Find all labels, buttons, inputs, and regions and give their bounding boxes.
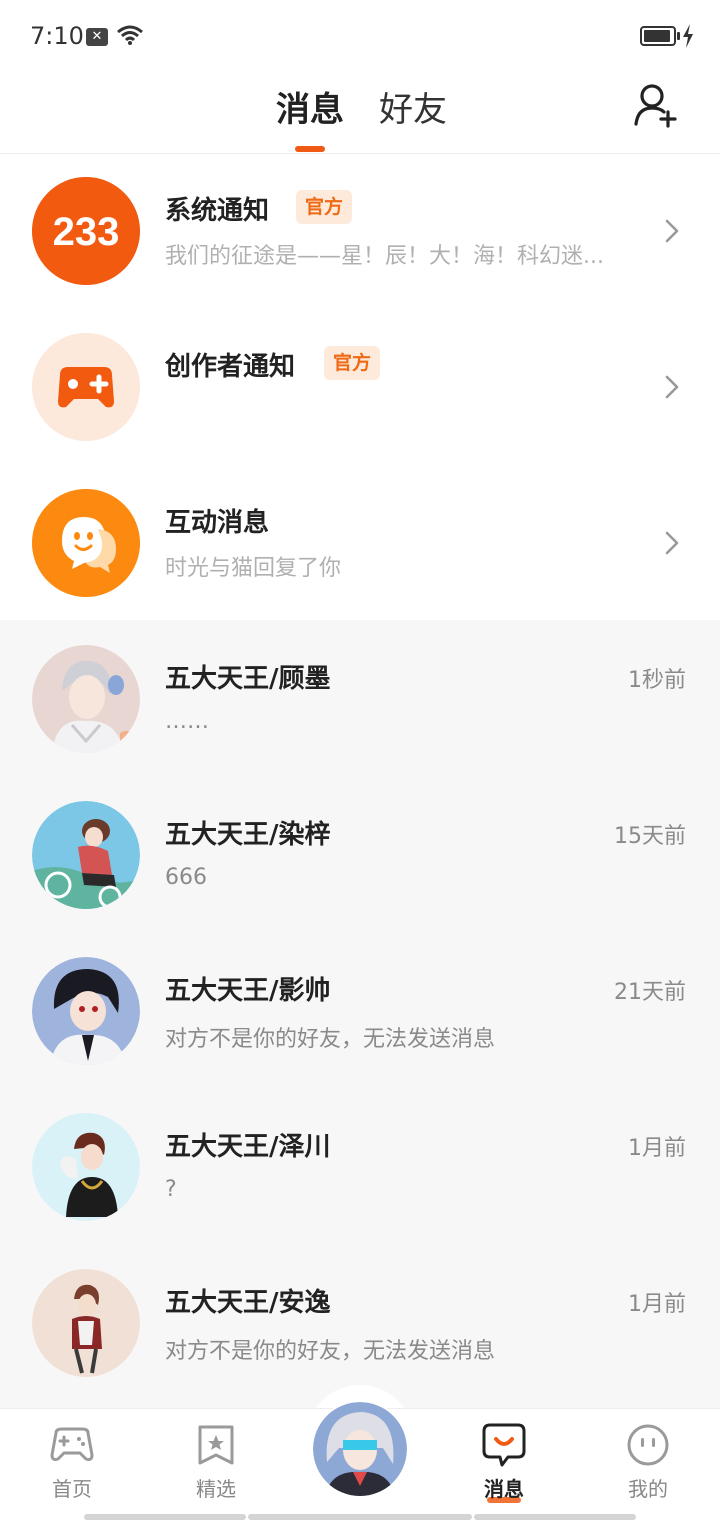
add-friend-icon[interactable]	[630, 80, 680, 130]
message-preview: ……	[165, 709, 209, 734]
nav-profile-label: 我的	[628, 1477, 668, 1501]
nav-featured-label: 精选	[196, 1477, 236, 1501]
message-preview: 对方不是你的好友，无法发送消息	[165, 1339, 496, 1364]
contact-name: 五大天王/顾墨	[165, 664, 331, 694]
contact-name: 五大天王/影帅	[165, 976, 331, 1006]
message-bubble-icon	[482, 1423, 526, 1467]
message-time: 15天前	[614, 824, 686, 849]
star-bookmark-icon	[198, 1425, 234, 1465]
gamepad-plus-icon	[32, 333, 140, 441]
conversation-row[interactable]: 五大天王/泽川 1月前 ?	[0, 1088, 720, 1244]
charging-icon	[683, 24, 693, 48]
wifi-icon	[117, 25, 143, 45]
tab-messages[interactable]: 消息	[276, 82, 344, 131]
header: 消息 好友	[0, 72, 720, 154]
smiley-face-icon	[627, 1424, 669, 1466]
chevron-right-icon	[665, 531, 679, 555]
gamepad-icon	[50, 1427, 94, 1461]
nav-featured[interactable]: 精选	[156, 1409, 276, 1520]
contact-name: 五大天王/染梓	[165, 820, 331, 850]
nav-profile[interactable]: 我的	[588, 1409, 708, 1520]
home-indicator	[474, 1514, 636, 1520]
creator-notice-row[interactable]: 创作者通知 官方	[0, 310, 720, 466]
status-time: 7:10	[30, 22, 84, 50]
message-time: 1月前	[628, 1136, 686, 1161]
conversation-list: 五大天王/顾墨 1秒前 …… 五大天王/染梓 15天前 666 五大天王/影帅 …	[0, 620, 720, 1410]
message-preview: 666	[165, 865, 207, 890]
message-preview: 对方不是你的好友，无法发送消息	[165, 1027, 496, 1052]
nav-home-label: 首页	[52, 1477, 92, 1501]
home-indicator	[248, 1514, 472, 1520]
contact-name: 五大天王/安逸	[165, 1288, 331, 1318]
creator-notice-title: 创作者通知	[165, 352, 296, 382]
avatar	[32, 801, 140, 909]
tab-friends[interactable]: 好友	[379, 82, 447, 131]
interaction-notice-row[interactable]: 互动消息 时光与猫回复了你	[0, 466, 720, 622]
notification-x-icon: ✕	[86, 28, 108, 46]
nav-messages[interactable]: 消息	[444, 1409, 564, 1520]
system-notifications: 233 系统通知 官方 我们的征途是——星！辰！大！海！科幻迷... 创作者通知…	[0, 154, 720, 620]
message-time: 21天前	[614, 980, 686, 1005]
center-avatar-button[interactable]	[311, 1400, 409, 1498]
official-badge: 官方	[296, 190, 353, 224]
conversation-row[interactable]: 五大天王/影帅 21天前 对方不是你的好友，无法发送消息	[0, 932, 720, 1088]
message-time: 1月前	[628, 1292, 686, 1317]
contact-name: 五大天王/泽川	[165, 1132, 331, 1162]
system-notice-row[interactable]: 233 系统通知 官方 我们的征途是——星！辰！大！海！科幻迷...	[0, 154, 720, 310]
official-badge: 官方	[324, 346, 381, 380]
nav-messages-label: 消息	[484, 1477, 524, 1501]
home-indicator	[84, 1514, 246, 1520]
svg-text:233: 233	[53, 210, 120, 254]
nav-home[interactable]: 首页	[12, 1409, 132, 1520]
conversation-row[interactable]: 五大天王/顾墨 1秒前 ……	[0, 620, 720, 776]
interaction-notice-title: 互动消息	[165, 508, 270, 538]
avatar	[32, 1113, 140, 1221]
message-time: 1秒前	[628, 668, 686, 693]
chat-bubble-face-icon	[32, 489, 140, 597]
active-tab-indicator	[295, 146, 325, 152]
status-bar: 7:10 ✕	[0, 0, 720, 72]
chevron-right-icon	[665, 375, 679, 399]
conversation-row[interactable]: 五大天王/安逸 1月前 对方不是你的好友，无法发送消息	[0, 1244, 720, 1400]
avatar	[32, 957, 140, 1065]
chevron-right-icon	[665, 219, 679, 243]
interaction-notice-preview: 时光与猫回复了你	[165, 556, 342, 581]
avatar	[32, 645, 140, 753]
logo-233-icon: 233	[32, 177, 140, 285]
battery-icon	[640, 26, 676, 46]
avatar	[32, 1269, 140, 1377]
system-notice-preview: 我们的征途是——星！辰！大！海！科幻迷...	[165, 244, 604, 269]
system-notice-title: 系统通知	[165, 196, 270, 226]
conversation-row[interactable]: 五大天王/染梓 15天前 666	[0, 776, 720, 932]
message-preview: ?	[165, 1177, 177, 1202]
